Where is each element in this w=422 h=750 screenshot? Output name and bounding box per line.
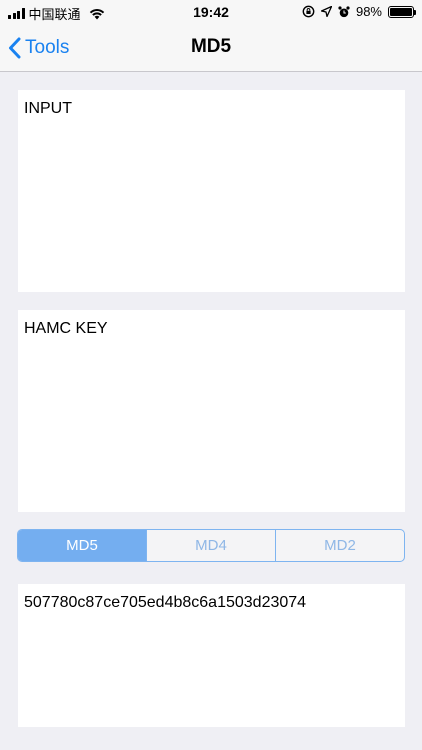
input-textarea[interactable]: INPUT <box>18 90 405 292</box>
hmac-key-textarea[interactable]: HAMC KEY <box>18 310 405 512</box>
segment-md2[interactable]: MD2 <box>275 530 404 561</box>
battery-fill <box>390 7 412 16</box>
segment-md4[interactable]: MD4 <box>146 530 275 561</box>
battery-percent: 98% <box>355 4 382 19</box>
hmac-key-placeholder: HAMC KEY <box>24 320 108 337</box>
hash-output: 507780c87ce705ed4b8c6a1503d23074 <box>24 594 307 611</box>
alarm-icon <box>338 5 350 18</box>
page-title: MD5 <box>190 36 232 57</box>
battery-icon <box>388 5 416 18</box>
orientation-lock-icon <box>302 5 315 18</box>
status-bar: 中国联通 19:42 98% <box>0 0 422 24</box>
input-placeholder: INPUT <box>24 100 72 117</box>
algorithm-segmented-control: MD5 MD4 MD2 <box>17 529 405 562</box>
status-bar-right: 98% <box>302 4 416 19</box>
output-textarea[interactable]: 507780c87ce705ed4b8c6a1503d23074 <box>18 584 405 727</box>
location-icon <box>320 6 332 17</box>
segment-md5[interactable]: MD5 <box>18 530 146 561</box>
navigation-bar: Tools MD5 <box>0 24 422 72</box>
